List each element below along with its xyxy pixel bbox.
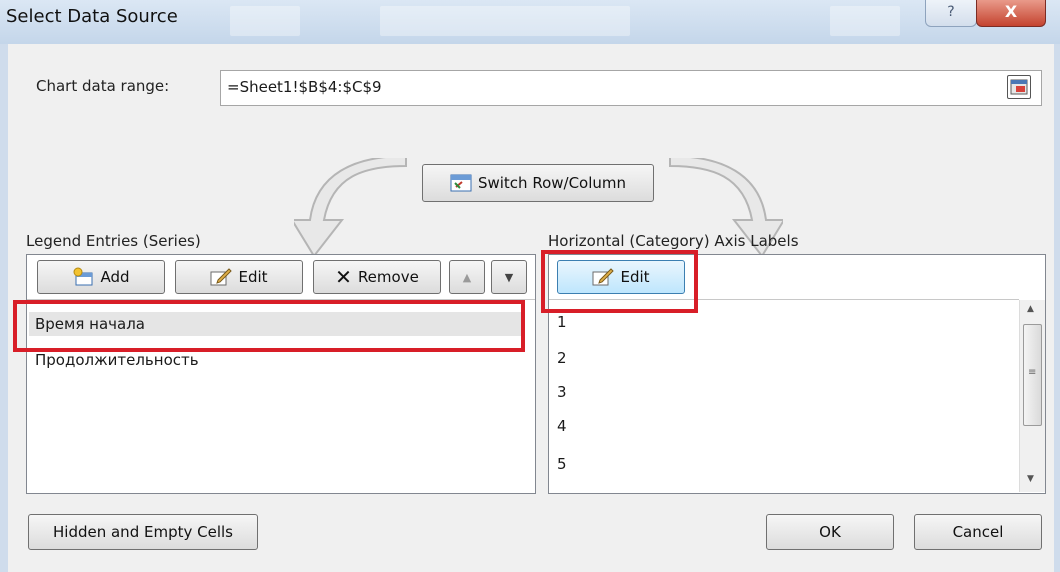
scrollbar-thumb[interactable]: ≡ (1023, 324, 1042, 426)
title-ghost-1 (230, 6, 300, 36)
legend-series-label: Продолжительность (35, 351, 199, 369)
cancel-label: Cancel (952, 523, 1004, 541)
legend-entries-title: Legend Entries (Series) (26, 232, 201, 250)
edit-series-button[interactable]: Edit (175, 260, 303, 294)
move-down-button[interactable]: ▼ (491, 260, 527, 294)
title-ghost-2 (380, 6, 630, 36)
highlight-box-axis-edit (541, 250, 698, 313)
switch-row-column-label: Switch Row/Column (477, 174, 627, 192)
axis-label-item[interactable]: 1 (557, 310, 567, 334)
range-collapse-icon[interactable] (1007, 75, 1031, 99)
chart-data-range-input[interactable]: =Sheet1!$B$4:$C$9 (220, 70, 1042, 106)
add-series-label: Add (100, 268, 130, 286)
dialog-title: Select Data Source (6, 6, 178, 27)
close-button[interactable]: X (976, 0, 1046, 27)
highlight-box-legend-item (13, 300, 525, 352)
title-ghost-3 (830, 6, 900, 36)
scroll-up-arrow-icon[interactable]: ▲ (1027, 304, 1034, 314)
window-frame-left (0, 44, 8, 572)
help-button[interactable]: ? (925, 0, 977, 27)
axis-label-text: 1 (557, 313, 567, 331)
window-frame-right (1054, 44, 1060, 572)
cancel-button[interactable]: Cancel (914, 514, 1042, 550)
switch-table-icon (450, 174, 472, 192)
ok-label: OK (819, 523, 841, 541)
axis-label-text: 3 (557, 383, 567, 401)
axis-label-item[interactable]: 3 (557, 380, 567, 404)
switch-row-column-button[interactable]: Switch Row/Column (422, 164, 654, 202)
triangle-down-icon: ▼ (504, 270, 514, 284)
grip-icon: ≡ (1028, 367, 1037, 378)
axis-label-text: 5 (557, 455, 567, 473)
axis-labels-scrollbar[interactable]: ▲ ≡ ▼ (1019, 300, 1045, 492)
axis-label-item[interactable]: 4 (557, 414, 567, 438)
hidden-empty-cells-label: Hidden and Empty Cells (53, 523, 233, 541)
edit-series-label: Edit (238, 268, 268, 286)
triangle-up-icon: ▲ (462, 270, 472, 284)
add-series-button[interactable]: Add (37, 260, 165, 294)
chart-data-range-label: Chart data range: (36, 77, 170, 95)
ok-button[interactable]: OK (766, 514, 894, 550)
move-up-button[interactable]: ▲ (449, 260, 485, 294)
pencil-edit-icon (210, 268, 233, 286)
scroll-down-arrow-icon[interactable]: ▼ (1027, 474, 1034, 484)
left-curved-arrow-icon (294, 158, 407, 258)
x-remove-icon: ✕ (335, 265, 352, 289)
remove-series-button[interactable]: ✕ Remove (313, 260, 441, 294)
axis-labels-list: 1 2 3 4 5 (549, 299, 1019, 494)
legend-entries-panel: Add Edit ✕ Remove ▲ ▼ Время начала Продо… (26, 254, 536, 494)
title-bar: Select Data Source ? X (0, 0, 1060, 44)
axis-label-text: 2 (557, 349, 567, 367)
axis-label-item[interactable]: 2 (557, 346, 567, 370)
axis-label-item[interactable]: 5 (557, 452, 567, 476)
chart-data-range-value: =Sheet1!$B$4:$C$9 (227, 78, 382, 96)
dialog-client: Chart data range: =Sheet1!$B$4:$C$9 Swit… (8, 44, 1054, 572)
axis-labels-title: Horizontal (Category) Axis Labels (548, 232, 799, 250)
hidden-empty-cells-button[interactable]: Hidden and Empty Cells (28, 514, 258, 550)
remove-series-label: Remove (357, 268, 419, 286)
add-series-icon (73, 267, 93, 286)
axis-label-text: 4 (557, 417, 567, 435)
